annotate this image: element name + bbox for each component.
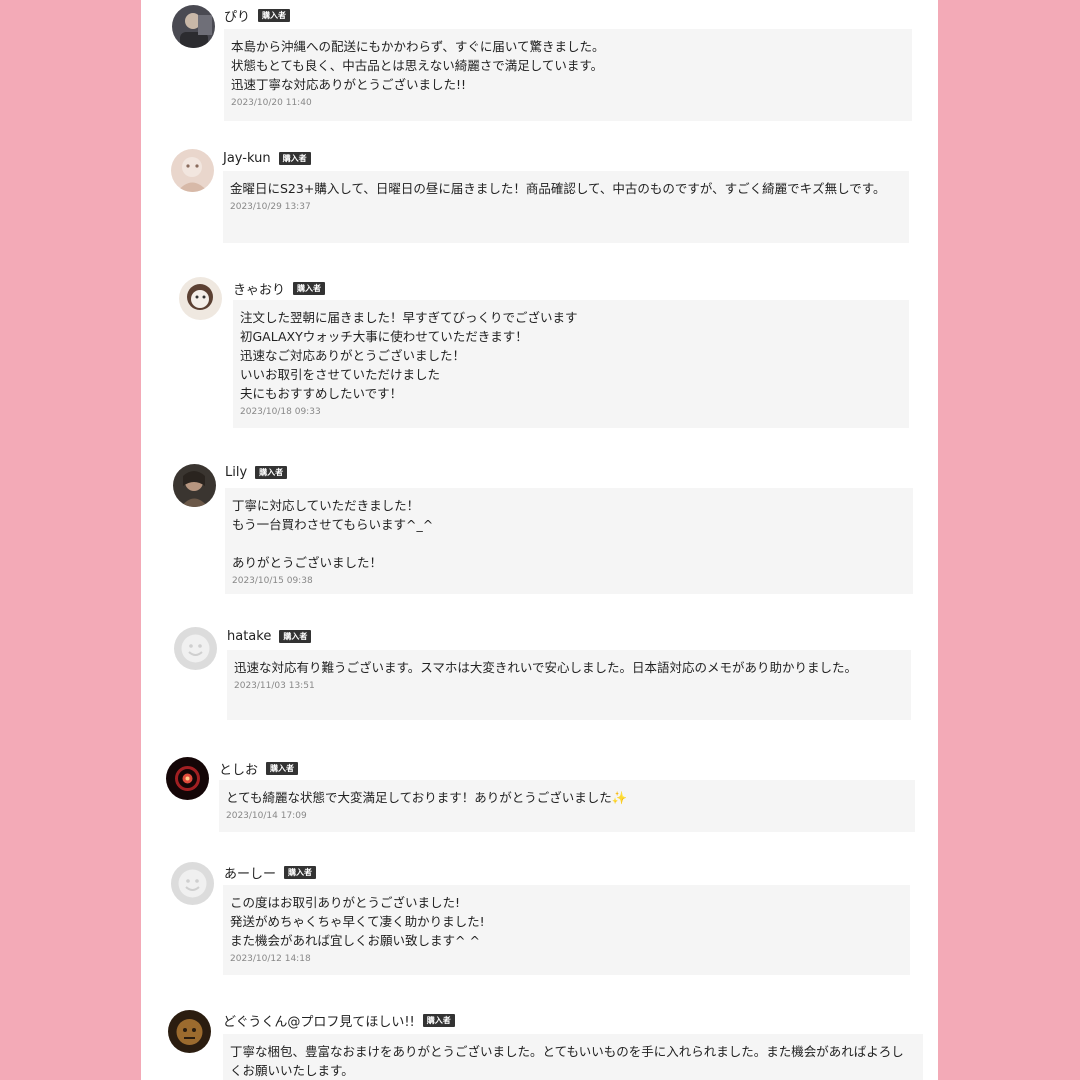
review-item: どぐうくん@プロフ見てほしい!! 購入者 丁寧な梱包、豊富なおまけをありがとうご… [168, 1010, 928, 1080]
review-bubble: この度はお取引ありがとうございました! 発送がめちゃくちゃ早くて凄く助かりました… [223, 885, 910, 975]
review-date: 2023/11/03 13:51 [234, 681, 315, 691]
review-item: ぴり 購入者 本島から沖縄への配送にもかかわらず、すぐに届いて驚きました。 状態… [172, 5, 917, 125]
reviewer-name[interactable]: Jay-kun [223, 151, 271, 166]
reviewer-name[interactable]: Lily [225, 465, 247, 480]
reviewer-name[interactable]: としお [219, 759, 258, 778]
buyer-badge: 購入者 [422, 1014, 455, 1027]
default-user-icon[interactable] [174, 627, 217, 670]
buyer-badge: 購入者 [279, 630, 312, 643]
review-date: 2023/10/20 11:40 [231, 98, 312, 108]
buyer-badge: 購入者 [293, 282, 326, 295]
review-item: きゃおり 購入者 注文した翌朝に届きました！早すぎてびっくりでございます 初GA… [179, 277, 919, 432]
reviewer-name[interactable]: どぐうくん@プロフ見てほしい!! [223, 1011, 415, 1030]
review-bubble: 迅速な対応有り難うございます。スマホは大変きれいで安心しました。日本語対応のメモ… [227, 650, 911, 720]
review-message: 注文した翌朝に届きました！早すぎてびっくりでございます 初GALAXYウォッチ大… [240, 310, 578, 401]
review-message: 丁寧な梱包、豊富なおまけをありがとうございました。とてもいいものを手に入れられま… [230, 1044, 904, 1078]
review-date: 2023/10/12 14:18 [230, 954, 311, 964]
buyer-badge: 購入者 [284, 866, 317, 879]
buyer-badge: 購入者 [266, 762, 299, 775]
user-photo-icon[interactable] [168, 1010, 211, 1053]
review-bubble: 丁寧に対応していただきました！ もう一台買わさせてもらいます^_^ ありがとうご… [225, 488, 913, 594]
buyer-badge: 購入者 [278, 152, 311, 165]
user-photo-icon[interactable] [166, 757, 209, 800]
review-date: 2023/10/15 09:38 [232, 576, 313, 586]
review-bubble: 金曜日にS23+購入して、日曜日の昼に届きました！商品確認して、中古のものですが… [223, 171, 909, 243]
review-item: hatake 購入者 迅速な対応有り難うございます。スマホは大変きれいで安心しま… [174, 627, 919, 723]
user-photo-icon[interactable] [173, 464, 216, 507]
review-message: とても綺麗な状態で大変満足しております！ありがとうございました✨ [226, 790, 628, 805]
buyer-badge: 購入者 [258, 9, 291, 22]
review-item: Lily 購入者 丁寧に対応していただきました！ もう一台買わさせてもらいます^… [173, 464, 918, 598]
buyer-badge: 購入者 [255, 466, 288, 479]
review-message: 金曜日にS23+購入して、日曜日の昼に届きました！商品確認して、中古のものですが… [230, 181, 886, 196]
reviews-panel: ぴり 購入者 本島から沖縄への配送にもかかわらず、すぐに届いて驚きました。 状態… [141, 0, 938, 1080]
review-bubble: 丁寧な梱包、豊富なおまけをありがとうございました。とてもいいものを手に入れられま… [223, 1034, 923, 1080]
review-item: Jay-kun 購入者 金曜日にS23+購入して、日曜日の昼に届きました！商品確… [171, 149, 916, 249]
review-item: あーしー 購入者 この度はお取引ありがとうございました! 発送がめちゃくちゃ早く… [171, 862, 916, 978]
reviewer-name[interactable]: hatake [227, 629, 271, 644]
review-message: 丁寧に対応していただきました！ もう一台買わさせてもらいます^_^ ありがとうご… [232, 498, 434, 570]
review-message: 迅速な対応有り難うございます。スマホは大変きれいで安心しました。日本語対応のメモ… [234, 660, 858, 675]
review-item: としお 購入者 とても綺麗な状態で大変満足しております！ありがとうございました✨… [166, 757, 918, 835]
review-date: 2023/10/29 13:37 [230, 202, 311, 212]
review-bubble: 本島から沖縄への配送にもかかわらず、すぐに届いて驚きました。 状態もとても良く、… [224, 29, 912, 121]
review-date: 2023/10/14 17:09 [226, 811, 307, 821]
user-photo-icon[interactable] [171, 149, 214, 192]
user-photo-icon[interactable] [172, 5, 215, 48]
reviewer-name[interactable]: あーしー [224, 863, 276, 882]
review-date: 2023/10/18 09:33 [240, 407, 321, 417]
reviewer-name[interactable]: きゃおり [233, 279, 285, 298]
review-bubble: 注文した翌朝に届きました！早すぎてびっくりでございます 初GALAXYウォッチ大… [233, 300, 909, 428]
review-message: 本島から沖縄への配送にもかかわらず、すぐに届いて驚きました。 状態もとても良く、… [231, 39, 605, 92]
user-photo-icon[interactable] [179, 277, 222, 320]
review-message: この度はお取引ありがとうございました! 発送がめちゃくちゃ早くて凄く助かりました… [230, 895, 485, 948]
default-user-icon[interactable] [171, 862, 214, 905]
review-bubble: とても綺麗な状態で大変満足しております！ありがとうございました✨ 2023/10… [219, 780, 915, 832]
reviewer-name[interactable]: ぴり [224, 6, 250, 25]
